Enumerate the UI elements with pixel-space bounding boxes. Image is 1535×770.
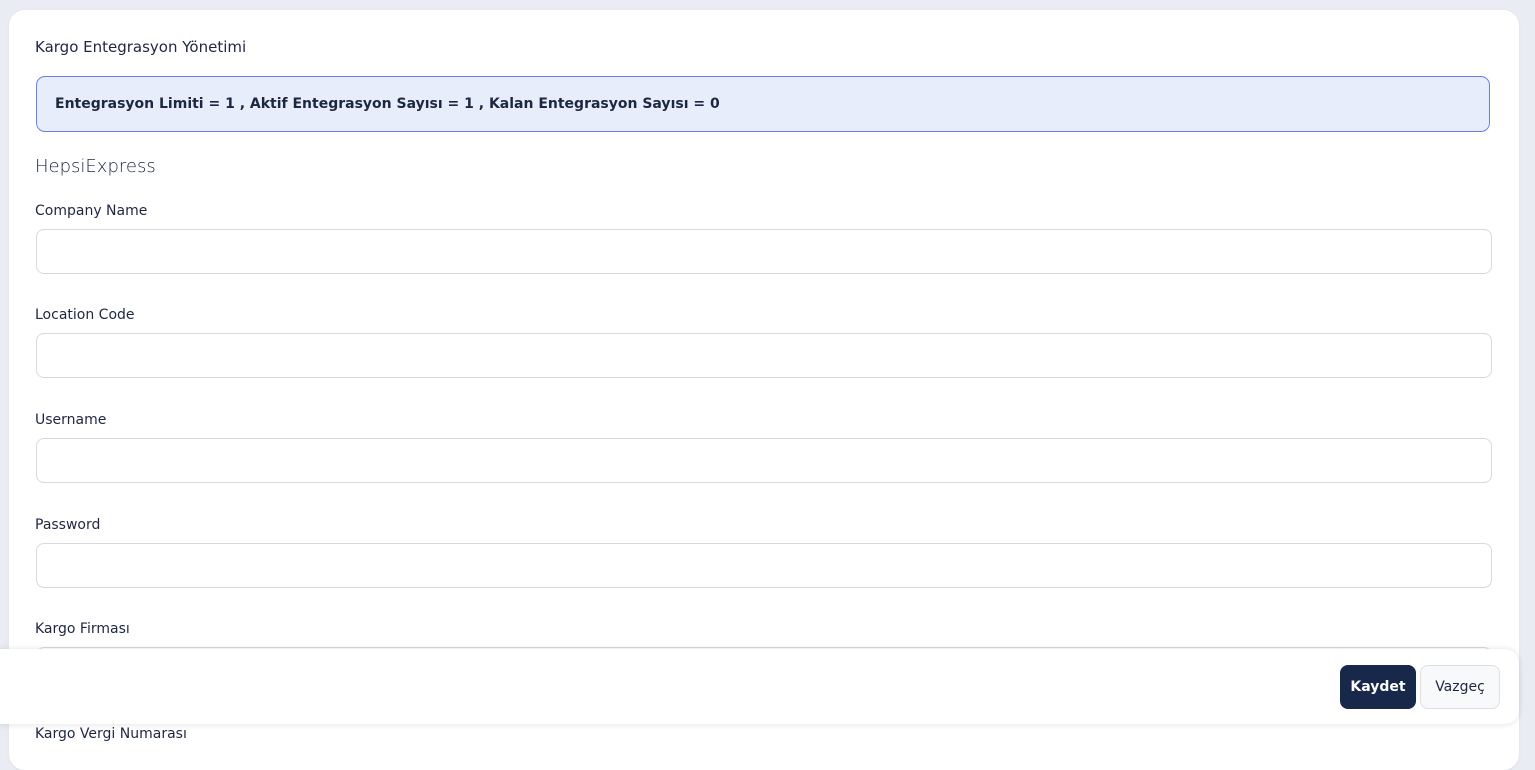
location-code-input[interactable]: [36, 333, 1492, 378]
cancel-button[interactable]: Vazgeç: [1420, 665, 1500, 709]
integration-limit-text: Entegrasyon Limiti = 1 , Aktif Entegrasy…: [55, 96, 720, 112]
password-label: Password: [35, 517, 101, 533]
password-input[interactable]: [36, 543, 1492, 588]
page-title: Kargo Entegrasyon Yönetimi: [35, 38, 247, 56]
provider-title: HepsiExpress: [35, 156, 156, 177]
kargo-vergi-numarasi-label: Kargo Vergi Numarası: [35, 726, 187, 742]
company-name-input[interactable]: [36, 229, 1492, 274]
location-code-label: Location Code: [35, 307, 135, 323]
company-name-label: Company Name: [35, 203, 148, 219]
kargo-firmasi-label: Kargo Firması: [35, 621, 130, 637]
username-label: Username: [35, 412, 107, 428]
save-button[interactable]: Kaydet: [1340, 665, 1416, 709]
username-input[interactable]: [36, 438, 1492, 483]
integration-limit-alert: Entegrasyon Limiti = 1 , Aktif Entegrasy…: [36, 76, 1490, 132]
action-footer: Kaydet Vazgeç: [0, 649, 1519, 724]
